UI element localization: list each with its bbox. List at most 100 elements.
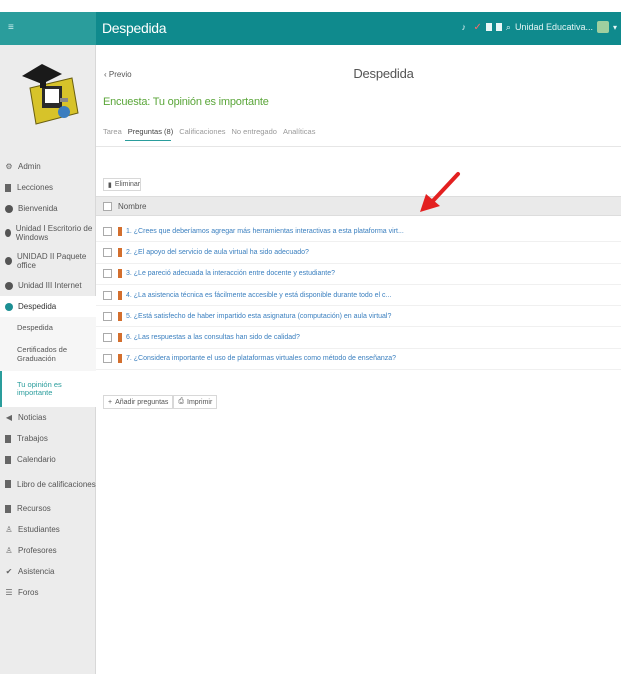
avatar[interactable] — [596, 21, 609, 33]
sidebar-item-noticias[interactable]: ◀ Noticias — [0, 407, 96, 428]
tab-preguntas[interactable]: Preguntas (8) — [128, 127, 173, 136]
row-checkbox[interactable] — [103, 269, 112, 279]
print-icon: ⎙ — [178, 398, 185, 405]
select-all-checkbox[interactable] — [103, 201, 112, 211]
trash-icon: ▮ — [108, 181, 112, 189]
circle-icon — [5, 204, 13, 213]
table-row: 5. ¿Está satisfecho de haber impartido e… — [96, 306, 621, 328]
calendar-icon — [5, 455, 11, 464]
folder-icon — [5, 504, 11, 513]
question-link[interactable]: 4. ¿La asistencia técnica es fácilmente … — [126, 292, 391, 299]
sidebar-item-unidad-i[interactable]: Unidad I Escritorio de Windows — [0, 219, 96, 247]
search-icon[interactable]: ⌕ — [506, 22, 511, 33]
delete-button[interactable]: ▮ Eliminar — [103, 178, 141, 191]
question-icon — [118, 311, 122, 321]
question-icon — [118, 333, 122, 343]
tab-bar: Tarea Preguntas (8) Calificaciones No en… — [103, 127, 315, 136]
question-icon — [118, 247, 122, 257]
sidebar-item-recursos[interactable]: Recursos — [0, 498, 96, 519]
document-icon — [5, 434, 11, 443]
page-title: Despedida — [353, 66, 414, 81]
questions-list: 1. ¿Crees que deberíamos agregar más her… — [96, 221, 621, 371]
sidebar-item-asistencia[interactable]: ✔ Asistencia — [0, 561, 96, 582]
user-icon: ♙ — [5, 545, 13, 555]
red-arrow-annotation — [420, 172, 460, 212]
question-link[interactable]: 2. ¿El apoyo del servicio de aula virtua… — [126, 249, 309, 256]
inbox-icon[interactable] — [485, 23, 492, 31]
sidebar-subitem-opinion[interactable]: Tu opinión es importante — [0, 371, 96, 407]
row-checkbox[interactable] — [103, 247, 112, 257]
sidebar-header: ≡ — [0, 12, 96, 45]
row-checkbox[interactable] — [103, 354, 112, 364]
header-title: Despedida — [102, 20, 167, 36]
gear-icon: ⚙ — [5, 161, 13, 171]
book-icon — [5, 183, 11, 192]
header-tools: ♪ ✓ ⌕ Unidad Educativa... ▾ — [462, 21, 617, 33]
divider — [96, 146, 621, 147]
sidebar-item-despedida[interactable]: Despedida — [0, 296, 96, 317]
sidebar-nav: ⚙ Admin Lecciones Bienvenida Unidad I Es… — [0, 156, 96, 603]
question-link[interactable]: 3. ¿Le pareció adecuada la interacción e… — [126, 270, 335, 277]
table-row: 3. ¿Le pareció adecuada la interacción e… — [96, 264, 621, 285]
table-row: 6. ¿Las respuestas a las consultas han s… — [96, 327, 621, 349]
sidebar-item-unidad-iii[interactable]: Unidad III Internet — [0, 275, 96, 296]
print-button[interactable]: ⎙ Imprimir — [173, 395, 218, 409]
sidebar: ⚙ Admin Lecciones Bienvenida Unidad I Es… — [0, 45, 96, 674]
question-link[interactable]: 5. ¿Está satisfecho de haber impartido e… — [126, 313, 391, 320]
sidebar-item-trabajos[interactable]: Trabajos — [0, 428, 96, 449]
column-header-name: Nombre — [118, 201, 147, 211]
forum-icon: ☰ — [5, 587, 13, 597]
main-content: ‹ Previo Despedida Encuesta: Tu opinión … — [96, 45, 621, 674]
sidebar-item-unidad-ii[interactable]: UNIDAD II Paquete office — [0, 247, 96, 275]
megaphone-icon: ◀ — [5, 412, 13, 422]
table-header: Nombre — [96, 196, 621, 216]
calendar-icon[interactable] — [495, 23, 502, 31]
sidebar-item-lecciones[interactable]: Lecciones — [0, 177, 96, 198]
active-tab-indicator — [125, 140, 171, 141]
top-strip — [0, 0, 621, 12]
tab-analiticas[interactable]: Analíticas — [283, 127, 316, 136]
top-bar: Despedida ♪ ✓ ⌕ Unidad Educativa... ▾ — [96, 12, 621, 45]
chevron-down-icon[interactable]: ▾ — [613, 23, 617, 32]
notification-icon[interactable]: ♪ — [462, 22, 470, 32]
sidebar-item-calendario[interactable]: Calendario — [0, 449, 96, 470]
sidebar-subitem-certificados[interactable]: Certificados de Graduación — [0, 338, 96, 371]
table-row: 7. ¿Considera importante el uso de plata… — [96, 349, 621, 371]
question-link[interactable]: 1. ¿Crees que deberíamos agregar más her… — [126, 228, 404, 235]
survey-title: Encuesta: Tu opinión es importante — [103, 96, 269, 108]
question-icon — [118, 354, 122, 364]
question-icon — [118, 290, 122, 300]
sidebar-subitem-despedida[interactable]: Despedida — [0, 317, 96, 338]
hamburger-menu-icon[interactable]: ≡ — [8, 23, 18, 33]
table-row: 1. ¿Crees que deberíamos agregar más her… — [96, 221, 621, 243]
sidebar-item-admin[interactable]: ⚙ Admin — [0, 156, 96, 177]
row-checkbox[interactable] — [103, 333, 112, 343]
question-link[interactable]: 7. ¿Considera importante el uso de plata… — [126, 355, 396, 362]
sidebar-item-estudiantes[interactable]: ♙ Estudiantes — [0, 519, 96, 540]
question-link[interactable]: 6. ¿Las respuestas a las consultas han s… — [126, 334, 300, 341]
alert-icon[interactable]: ✓ — [474, 22, 482, 33]
row-checkbox[interactable] — [103, 311, 112, 321]
circle-icon — [5, 229, 11, 237]
question-icon — [118, 226, 122, 236]
sidebar-item-libro[interactable]: Libro de calificaciones — [0, 470, 96, 498]
sidebar-item-foros[interactable]: ☰ Foros — [0, 582, 96, 603]
table-row: 4. ¿La asistencia técnica es fácilmente … — [96, 285, 621, 307]
tab-calificaciones[interactable]: Calificaciones — [179, 127, 225, 136]
tab-tarea[interactable]: Tarea — [103, 127, 122, 136]
school-logo — [22, 64, 79, 125]
gradebook-icon — [5, 480, 11, 488]
add-questions-button[interactable]: + Añadir preguntas — [103, 395, 174, 409]
sidebar-item-profesores[interactable]: ♙ Profesores — [0, 540, 96, 561]
circle-icon — [5, 302, 13, 311]
circle-icon — [5, 281, 13, 290]
row-checkbox[interactable] — [103, 226, 112, 236]
row-checkbox[interactable] — [103, 290, 112, 300]
school-selector[interactable]: Unidad Educativa... — [515, 22, 593, 32]
plus-icon: + — [108, 398, 113, 406]
user-icon: ♙ — [5, 524, 13, 534]
circle-icon — [5, 257, 12, 265]
question-icon — [118, 269, 122, 279]
tab-no-entregado[interactable]: No entregado — [232, 127, 277, 136]
sidebar-item-bienvenida[interactable]: Bienvenida — [0, 198, 96, 219]
